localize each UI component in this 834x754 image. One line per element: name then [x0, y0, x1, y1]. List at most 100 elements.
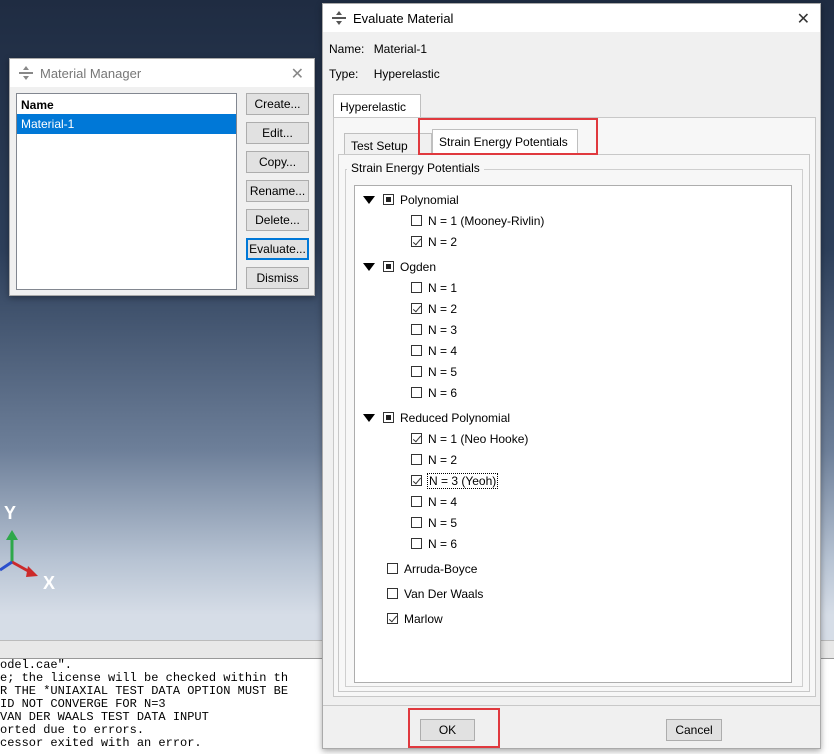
- window-title: Material Manager: [40, 65, 142, 81]
- ogden-n4-row[interactable]: N = 4: [411, 340, 457, 361]
- expand-arrow-icon[interactable]: [363, 413, 375, 422]
- ogden-n1-checkbox[interactable]: [411, 282, 422, 293]
- marlow-label: Marlow: [404, 611, 443, 626]
- ok-button[interactable]: OK: [420, 719, 475, 741]
- marlow-checkbox[interactable]: [387, 613, 398, 624]
- ogden-n4-checkbox[interactable]: [411, 345, 422, 356]
- evaluate-dialog-titlebar[interactable]: Evaluate Material ✕: [323, 4, 820, 32]
- abaqus-app-icon: [332, 11, 346, 25]
- van-der-waals-label: Van Der Waals: [404, 586, 484, 601]
- type-label: Type:: [329, 67, 359, 81]
- ogden-n2-row[interactable]: N = 2: [411, 298, 457, 319]
- reduced-n3-row[interactable]: N = 3 (Yeoh): [411, 470, 499, 491]
- material-manager-titlebar[interactable]: Material Manager ✕: [10, 59, 314, 87]
- tab-test-setup[interactable]: Test Setup: [344, 133, 432, 155]
- reduced-n2-label: N = 2: [428, 452, 458, 467]
- material-manager-window: Material Manager ✕ Name Material-1 Creat…: [9, 58, 315, 296]
- abaqus-app-icon: [19, 66, 33, 80]
- reduced-n4-checkbox[interactable]: [411, 496, 422, 507]
- ogden-label: Ogden: [400, 259, 437, 274]
- reduced-n6-row[interactable]: N = 6: [411, 533, 457, 554]
- axis-x-label: X: [43, 573, 56, 593]
- ogden-row[interactable]: Ogden: [363, 256, 436, 277]
- arruda-boyce-row[interactable]: Arruda-Boyce: [387, 558, 477, 579]
- create-button[interactable]: Create...: [246, 93, 309, 115]
- group-title: Strain Energy Potentials: [347, 161, 484, 175]
- ogden-n5-label: N = 5: [428, 364, 458, 379]
- reduced-polynomial-label: Reduced Polynomial: [400, 410, 511, 425]
- expand-arrow-icon[interactable]: [363, 195, 375, 204]
- polynomial-n1-label: N = 1 (Mooney-Rivlin): [428, 213, 545, 228]
- arruda-boyce-label: Arruda-Boyce: [404, 561, 478, 576]
- ogden-n5-row[interactable]: N = 5: [411, 361, 457, 382]
- reduced-n6-checkbox[interactable]: [411, 538, 422, 549]
- ogden-n1-label: N = 1: [428, 280, 458, 295]
- list-item[interactable]: Material-1: [17, 114, 236, 134]
- copy-button[interactable]: Copy...: [246, 151, 309, 173]
- arruda-boyce-checkbox[interactable]: [387, 563, 398, 574]
- close-icon[interactable]: ✕: [291, 64, 304, 84]
- evaluate-button[interactable]: Evaluate...: [246, 238, 309, 260]
- edit-button[interactable]: Edit...: [246, 122, 309, 144]
- name-row: Name: Material-1: [329, 42, 427, 56]
- reduced-n5-checkbox[interactable]: [411, 517, 422, 528]
- polynomial-row[interactable]: Polynomial: [363, 189, 459, 210]
- delete-button[interactable]: Delete...: [246, 209, 309, 231]
- reduced-polynomial-row[interactable]: Reduced Polynomial: [363, 407, 510, 428]
- ogden-n2-checkbox[interactable]: [411, 303, 422, 314]
- reduced-n6-label: N = 6: [428, 536, 458, 551]
- ogden-n1-row[interactable]: N = 1: [411, 277, 457, 298]
- hyperelastic-panel: Test Setup Strain Energy Potentials Stra…: [333, 117, 816, 697]
- reduced-n2-checkbox[interactable]: [411, 454, 422, 465]
- dismiss-button[interactable]: Dismiss: [246, 267, 309, 289]
- reduced-n4-label: N = 4: [428, 494, 458, 509]
- polynomial-n2-label: N = 2: [428, 234, 458, 249]
- polynomial-n1-row[interactable]: N = 1 (Mooney-Rivlin): [411, 210, 544, 231]
- reduced-n4-row[interactable]: N = 4: [411, 491, 457, 512]
- tab-strain-energy-potentials[interactable]: Strain Energy Potentials: [432, 129, 578, 155]
- material-list[interactable]: Name Material-1: [16, 93, 237, 290]
- evaluate-material-dialog: Evaluate Material ✕ Name: Material-1 Typ…: [322, 3, 821, 749]
- name-label: Name:: [329, 42, 365, 56]
- ogden-n3-row[interactable]: N = 3: [411, 319, 457, 340]
- reduced-n1-label: N = 1 (Neo Hooke): [428, 431, 529, 446]
- rename-button[interactable]: Rename...: [246, 180, 309, 202]
- ogden-n5-checkbox[interactable]: [411, 366, 422, 377]
- cancel-button[interactable]: Cancel: [666, 719, 722, 741]
- van-der-waals-row[interactable]: Van Der Waals: [387, 583, 483, 604]
- reduced-n5-row[interactable]: N = 5: [411, 512, 457, 533]
- marlow-row[interactable]: Marlow: [387, 608, 443, 629]
- reduced-n3-checkbox[interactable]: [411, 475, 422, 486]
- reduced-n1-checkbox[interactable]: [411, 433, 422, 444]
- reduced-n5-label: N = 5: [428, 515, 458, 530]
- polynomial-n2-row[interactable]: N = 2: [411, 231, 457, 252]
- reduced-polynomial-checkbox[interactable]: [383, 412, 394, 423]
- window-title: Evaluate Material: [353, 10, 454, 26]
- ogden-n3-checkbox[interactable]: [411, 324, 422, 335]
- ogden-n4-label: N = 4: [428, 343, 458, 358]
- tab-hyperelastic[interactable]: Hyperelastic: [333, 94, 421, 118]
- polynomial-checkbox[interactable]: [383, 194, 394, 205]
- close-icon[interactable]: ✕: [797, 9, 810, 29]
- ogden-n6-checkbox[interactable]: [411, 387, 422, 398]
- ogden-checkbox[interactable]: [383, 261, 394, 272]
- ogden-n2-label: N = 2: [428, 301, 458, 316]
- reduced-n3-label: N = 3 (Yeoh): [426, 472, 499, 489]
- ogden-n6-label: N = 6: [428, 385, 458, 400]
- van-der-waals-checkbox[interactable]: [387, 588, 398, 599]
- polynomial-n2-checkbox[interactable]: [411, 236, 422, 247]
- ogden-n6-row[interactable]: N = 6: [411, 382, 457, 403]
- polynomial-n1-checkbox[interactable]: [411, 215, 422, 226]
- divider: [323, 705, 820, 706]
- polynomial-label: Polynomial: [400, 192, 459, 207]
- ogden-n3-label: N = 3: [428, 322, 458, 337]
- type-value: Hyperelastic: [373, 67, 440, 81]
- reduced-n1-row[interactable]: N = 1 (Neo Hooke): [411, 428, 528, 449]
- potentials-tree[interactable]: Polynomial N = 1 (Mooney-Rivlin) N = 2 O…: [354, 185, 792, 683]
- name-value: Material-1: [373, 42, 428, 56]
- reduced-n2-row[interactable]: N = 2: [411, 449, 457, 470]
- axis-y-label: Y: [4, 503, 17, 523]
- expand-arrow-icon[interactable]: [363, 262, 375, 271]
- type-row: Type: Hyperelastic: [329, 67, 440, 81]
- list-header: Name: [21, 98, 54, 112]
